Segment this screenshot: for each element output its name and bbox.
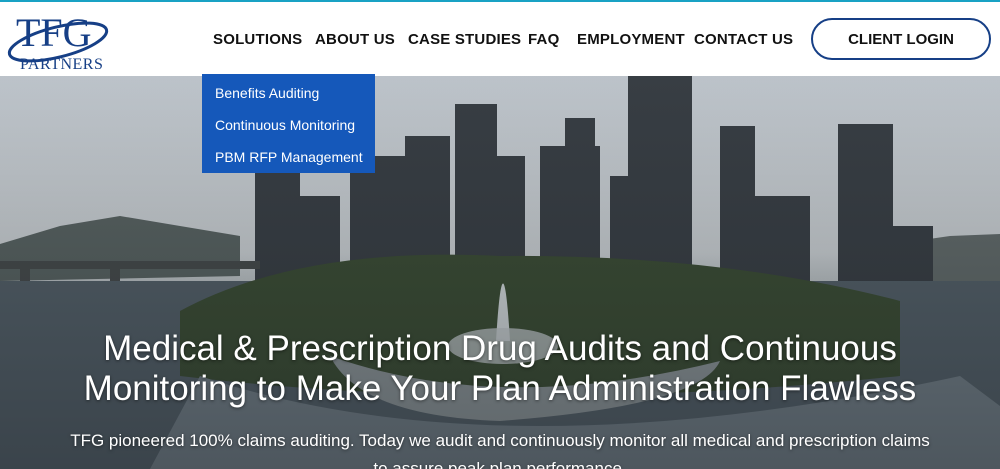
hero-section: Medical & Prescription Drug Audits and C… bbox=[0, 76, 1000, 469]
solutions-dropdown-menu: Benefits Auditing Continuous Monitoring … bbox=[202, 74, 375, 173]
site-header: TFG PARTNERS SOLUTIONS ABOUT US CASE STU… bbox=[0, 2, 1000, 76]
hero-headline-line-1: Medical & Prescription Drug Audits and C… bbox=[103, 329, 897, 368]
logo-word: PARTNERS bbox=[20, 56, 103, 73]
nav-case-studies[interactable]: CASE STUDIES bbox=[408, 31, 521, 48]
nav-about-us[interactable]: ABOUT US bbox=[315, 31, 395, 48]
nav-employment[interactable]: EMPLOYMENT bbox=[577, 31, 685, 48]
nav-faq[interactable]: FAQ bbox=[528, 31, 559, 48]
client-login-button[interactable]: CLIENT LOGIN bbox=[811, 18, 991, 60]
hero-subtext-line-1: TFG pioneered 100% claims auditing. Toda… bbox=[70, 431, 930, 450]
dropdown-item-benefits-auditing[interactable]: Benefits Auditing bbox=[215, 85, 319, 101]
hero-headline-line-2: Monitoring to Make Your Plan Administrat… bbox=[83, 369, 917, 408]
tfg-partners-logo[interactable]: TFG PARTNERS bbox=[6, 6, 118, 74]
hero-subtext-line-2: to assure peak plan performance. bbox=[373, 459, 627, 469]
dropdown-item-pbm-rfp-management[interactable]: PBM RFP Management bbox=[215, 149, 363, 165]
logo-letters: TFG bbox=[16, 10, 92, 55]
dropdown-item-continuous-monitoring[interactable]: Continuous Monitoring bbox=[215, 117, 355, 133]
hero-overlay bbox=[0, 76, 1000, 469]
nav-solutions[interactable]: SOLUTIONS bbox=[213, 31, 302, 48]
nav-contact-us[interactable]: CONTACT US bbox=[694, 31, 793, 48]
